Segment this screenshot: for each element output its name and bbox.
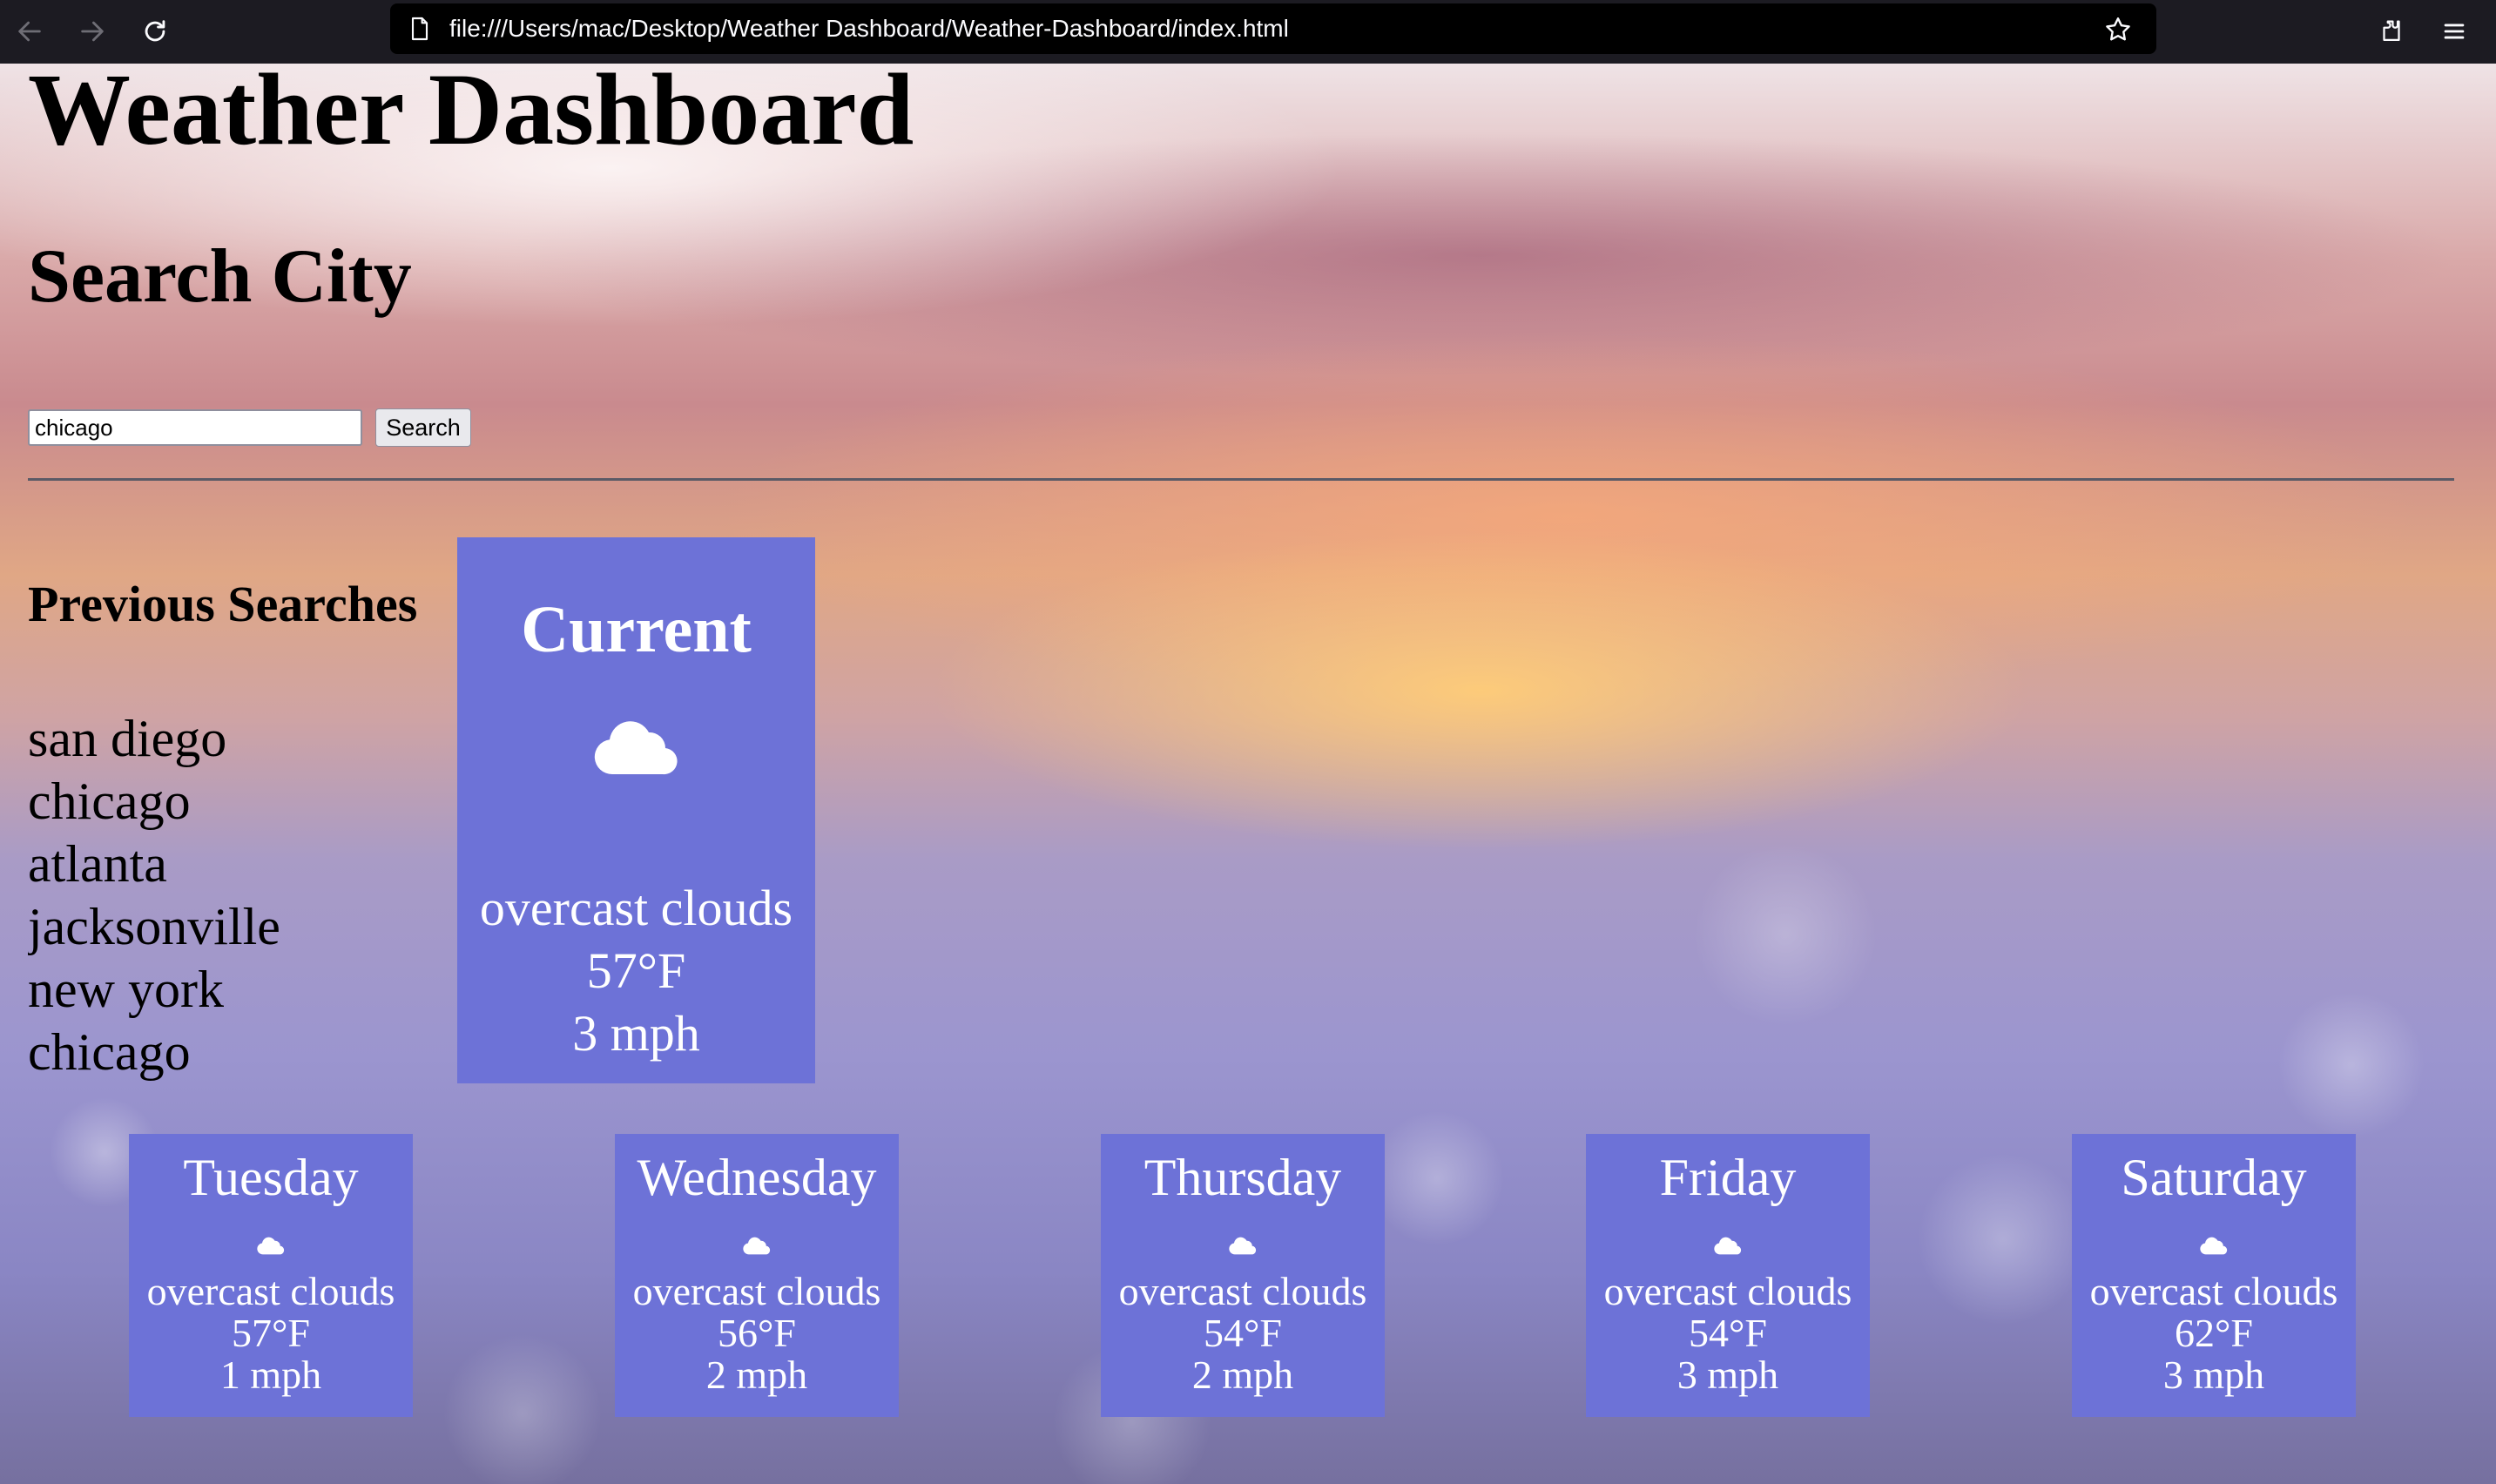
forecast-day: Thursday [1143, 1149, 1342, 1206]
forecast-temperature: 57°F [232, 1311, 310, 1355]
forecast-temperature: 62°F [2175, 1311, 2253, 1355]
cloud-icon [743, 1237, 771, 1255]
forecast-wind-speed: 3 mph [1676, 1352, 1779, 1397]
forecast-wind-speed: 2 mph [1191, 1352, 1294, 1397]
current-wind-speed: 3 mph [572, 1005, 700, 1062]
address-bar[interactable]: file:///Users/mac/Desktop/Weather Dashbo… [390, 3, 2156, 54]
forecast-wind-speed: 2 mph [705, 1352, 808, 1397]
forecast-description: overcast clouds [632, 1269, 881, 1313]
previous-search-item[interactable]: san diego [28, 707, 446, 770]
forecast-description: overcast clouds [2089, 1269, 2338, 1313]
page-background: Weather Dashboard Search City Search Pre… [0, 64, 2496, 1484]
forecast-day: Tuesday [183, 1149, 359, 1206]
forecast-description: overcast clouds [1603, 1269, 1852, 1313]
forecast-card-wednesday: Wednesday overcast clouds 56°F 2 mph [615, 1134, 899, 1417]
forecast-card-thursday: Thursday overcast clouds 54°F 2 mph [1101, 1134, 1385, 1417]
current-description: overcast clouds [479, 880, 793, 936]
search-input[interactable] [28, 409, 362, 446]
browser-toolbar: file:///Users/mac/Desktop/Weather Dashbo… [0, 0, 2496, 64]
forecast-description: overcast clouds [146, 1269, 395, 1313]
cloud-icon [257, 1237, 285, 1255]
cloud-icon [2200, 1237, 2228, 1255]
back-arrow-icon[interactable] [10, 12, 49, 51]
current-weather-card: Current overcast clouds 57°F 3 mph [457, 537, 815, 1083]
forecast-card-friday: Friday overcast clouds 54°F 3 mph [1586, 1134, 1870, 1417]
previous-searches-list: san diego chicago atlanta jacksonville n… [28, 707, 446, 1125]
forward-arrow-icon[interactable] [73, 12, 111, 51]
page-title: Weather Dashboard [28, 64, 914, 166]
forecast-day: Saturday [2121, 1149, 2307, 1206]
previous-search-item[interactable]: atlanta [28, 833, 446, 895]
extensions-icon[interactable] [2372, 12, 2411, 51]
forecast-wind-speed: 1 mph [219, 1352, 322, 1397]
page-icon [411, 17, 428, 41]
search-heading: Search City [28, 234, 412, 319]
forecast-temperature: 54°F [1204, 1311, 1282, 1355]
forecast-day: Wednesday [637, 1149, 877, 1206]
forecast-day: Friday [1659, 1149, 1797, 1206]
forecast-card-saturday: Saturday overcast clouds 62°F 3 mph [2072, 1134, 2356, 1417]
forecast-description: overcast clouds [1118, 1269, 1367, 1313]
current-temperature: 57°F [586, 942, 686, 999]
divider [28, 478, 2454, 481]
previous-search-item[interactable]: chicago [28, 770, 446, 833]
search-button[interactable]: Search [375, 408, 471, 447]
menu-icon[interactable] [2435, 12, 2473, 51]
cloud-icon [1229, 1237, 1257, 1255]
previous-search-item[interactable]: jacksonville [28, 895, 446, 958]
forecast-card-tuesday: Tuesday overcast clouds 57°F 1 mph [129, 1134, 413, 1417]
previous-search-item[interactable]: chicago [28, 1021, 446, 1083]
url-text[interactable]: file:///Users/mac/Desktop/Weather Dashbo… [449, 3, 1289, 54]
bookmark-star-icon[interactable] [2102, 14, 2134, 45]
forecast-temperature: 54°F [1689, 1311, 1767, 1355]
previous-search-item[interactable]: new york [28, 958, 446, 1021]
cloud-icon [1714, 1237, 1742, 1255]
forecast-wind-speed: 3 mph [2162, 1352, 2265, 1397]
forecast-temperature: 56°F [718, 1311, 796, 1355]
current-title: Current [521, 593, 752, 666]
reload-icon[interactable] [136, 12, 174, 51]
cloud-icon [594, 721, 678, 775]
previous-searches-heading: Previous Searches [28, 576, 418, 632]
